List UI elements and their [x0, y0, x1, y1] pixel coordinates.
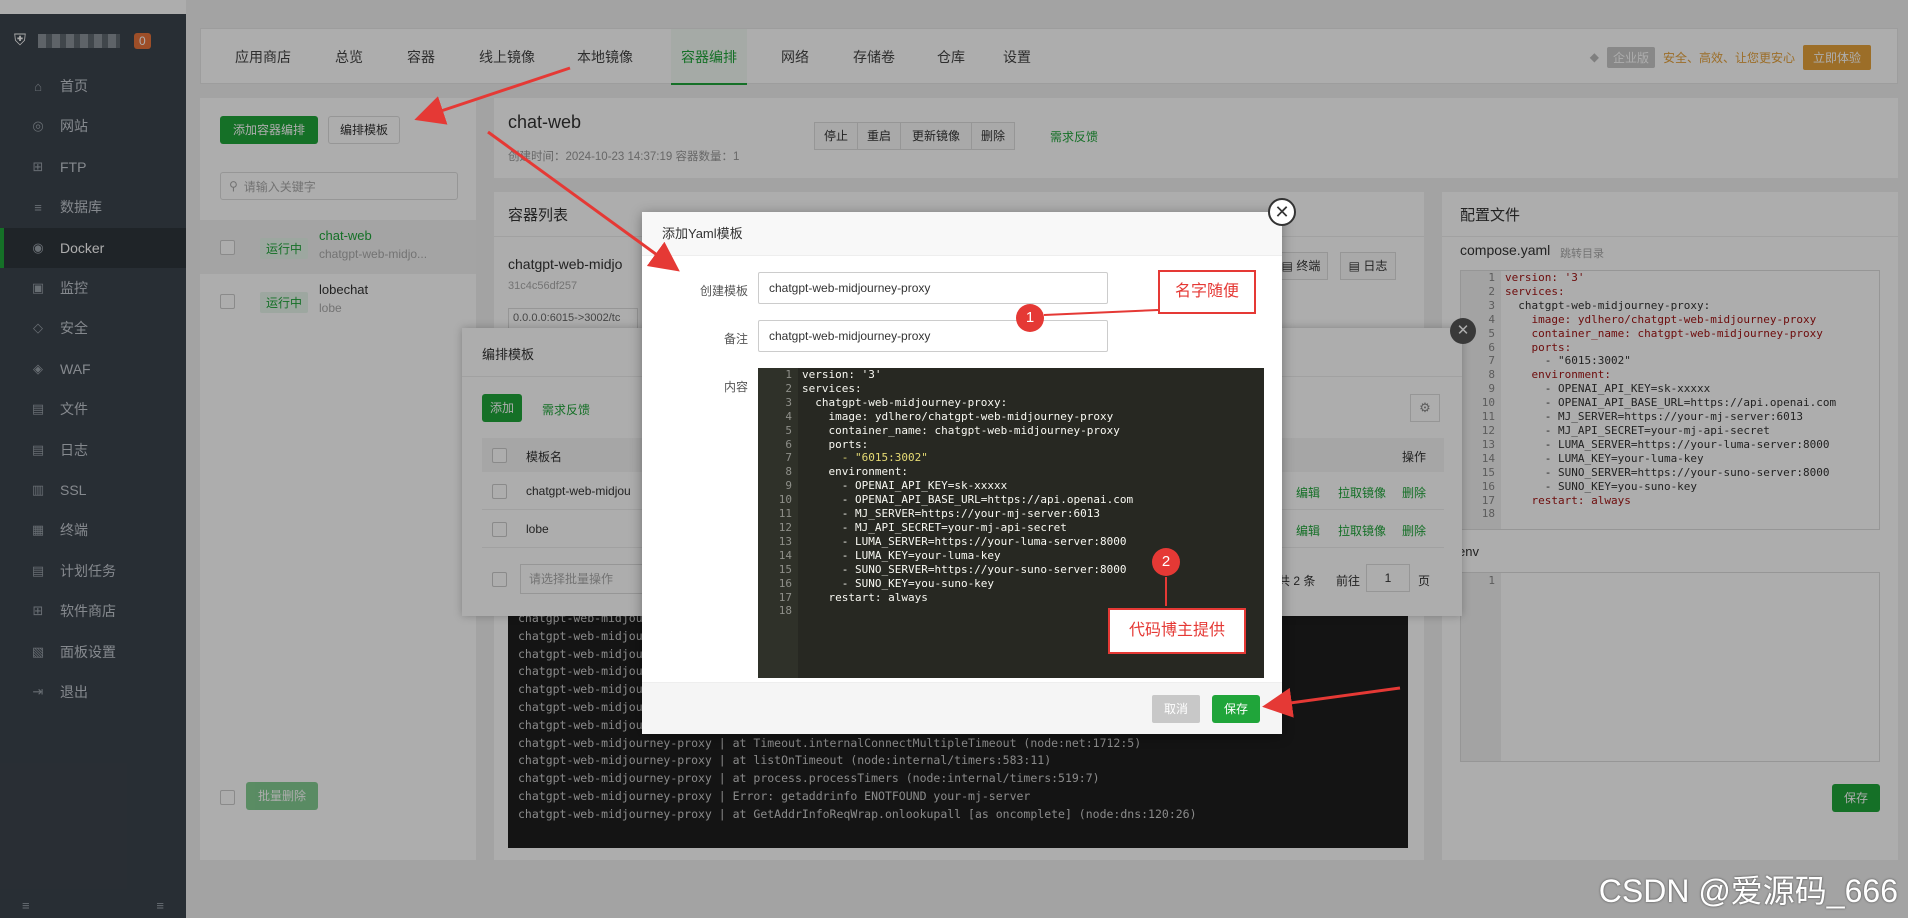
arrow-to-template-button [414, 66, 571, 125]
watermark: CSDN @爱源码_666 [1598, 873, 1898, 909]
annotation-number-2: 2 [1152, 548, 1180, 576]
annotation-note-1: 名字随便 [1158, 270, 1256, 314]
callout-line-1 [1043, 309, 1159, 316]
arrow-to-name-field [487, 130, 680, 272]
annotation-number-1: 1 [1016, 304, 1044, 332]
annotation-arrows [414, 66, 1401, 718]
arrow-to-save-button [1262, 686, 1401, 718]
annotation-note-2: 代码博主提供 [1108, 608, 1246, 654]
